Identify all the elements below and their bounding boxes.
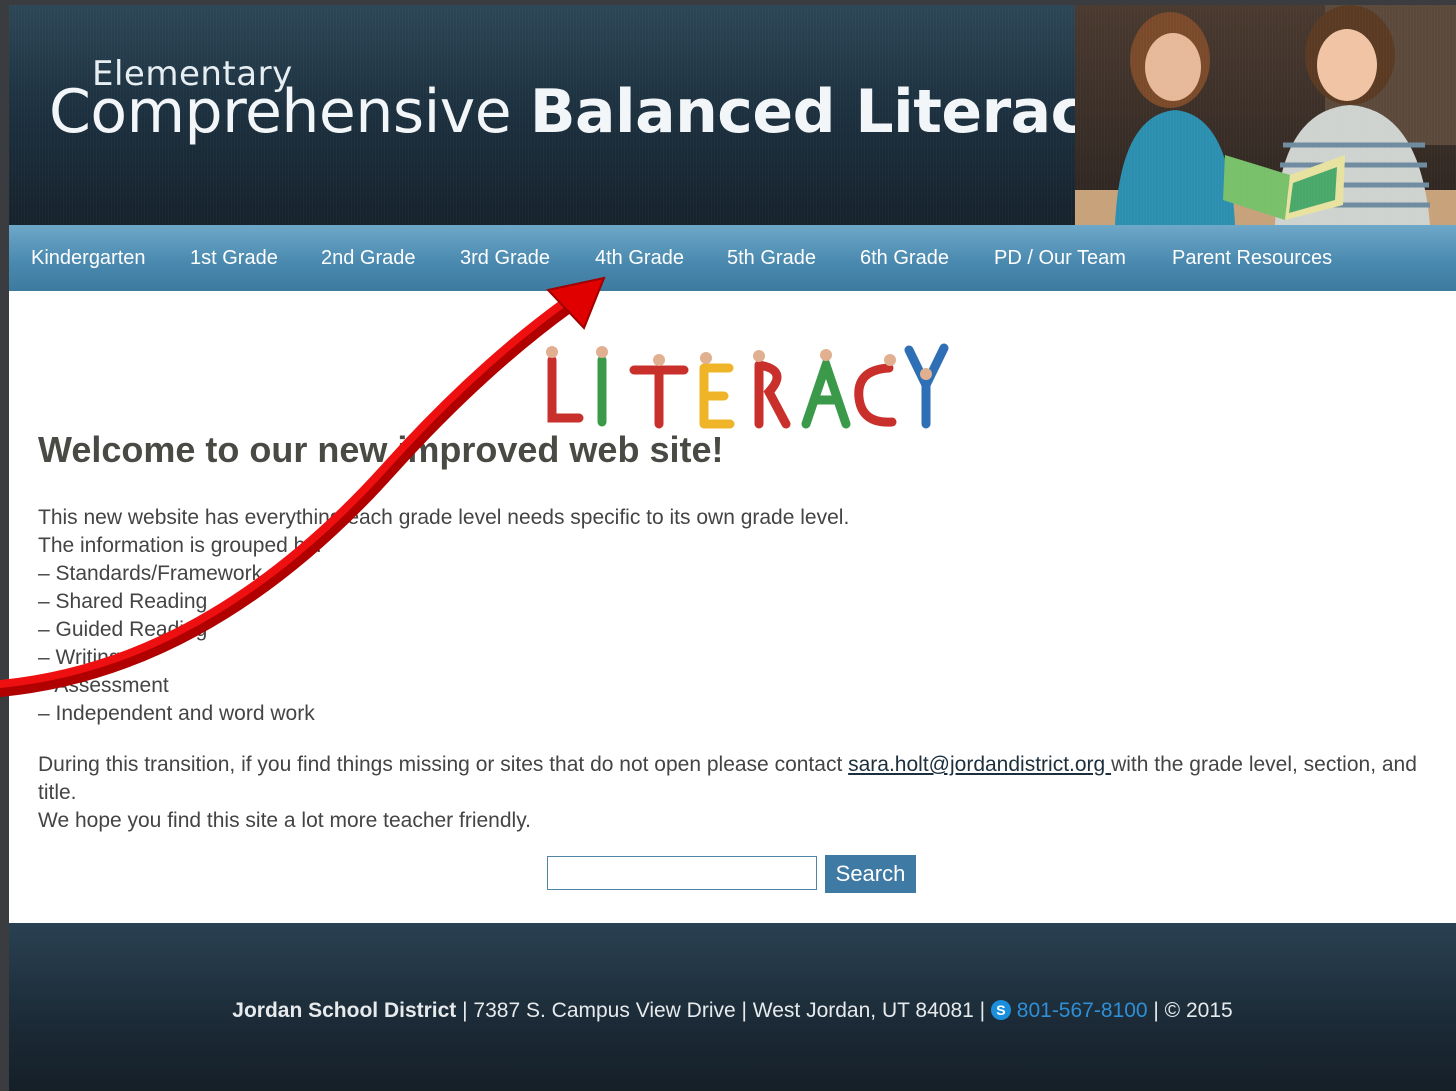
site-title: Comprehensive Balanced Literacy xyxy=(49,77,1125,147)
contact-paragraph: During this transition, if you find thin… xyxy=(38,751,1428,835)
nav-1st-grade[interactable]: 1st Grade xyxy=(190,225,278,291)
welcome-heading: Welcome to our new improved web site! xyxy=(38,429,724,470)
site-title-bold: Balanced Literacy xyxy=(529,77,1125,147)
footer-address: | 7387 S. Campus View Drive | West Jorda… xyxy=(456,999,991,1022)
footer-phone-link[interactable]: 801-567-8100 xyxy=(1017,999,1148,1022)
nav-parent-resources[interactable]: Parent Resources xyxy=(1172,225,1332,291)
nav-2nd-grade[interactable]: 2nd Grade xyxy=(321,225,416,291)
intro-line: The information is grouped by: xyxy=(38,534,322,557)
nav-4th-grade[interactable]: 4th Grade xyxy=(595,225,684,291)
contact-email-link[interactable]: sara.holt@jordandistrict.org xyxy=(848,753,1111,776)
group-item: – Independent and word work xyxy=(38,702,315,725)
intro-text: This new website has everything each gra… xyxy=(38,504,849,728)
children-reading-photo xyxy=(1075,5,1456,225)
group-item: – Standards/Framework xyxy=(38,562,263,585)
nav-5th-grade[interactable]: 5th Grade xyxy=(727,225,816,291)
web-page: Elementary Comprehensive Balanced Litera… xyxy=(9,5,1456,1091)
group-item: – Shared Reading xyxy=(38,590,208,613)
literacy-logo xyxy=(546,343,949,429)
search-button[interactable]: Search xyxy=(825,855,916,893)
footer-org: Jordan School District xyxy=(232,999,457,1022)
group-item: – Guided Reading xyxy=(38,618,208,641)
footer-info: Jordan School District | 7387 S. Campus … xyxy=(9,999,1456,1023)
nav-6th-grade[interactable]: 6th Grade xyxy=(860,225,949,291)
site-footer: Jordan School District | 7387 S. Campus … xyxy=(9,923,1456,1091)
skype-icon: S xyxy=(990,1000,1011,1020)
group-item: – Assessment xyxy=(38,674,169,697)
search-input[interactable] xyxy=(547,856,817,890)
nav-pd-our-team[interactable]: PD / Our Team xyxy=(994,225,1126,291)
main-nav: Kindergarten 1st Grade 2nd Grade 3rd Gra… xyxy=(9,225,1456,291)
site-title-light: Comprehensive xyxy=(49,77,512,147)
group-item: – Writing xyxy=(38,646,121,669)
closing-text: We hope you find this site a lot more te… xyxy=(38,809,531,832)
intro-line: This new website has everything each gra… xyxy=(38,506,850,529)
footer-copyright: | © 2015 xyxy=(1147,999,1233,1022)
nav-kindergarten[interactable]: Kindergarten xyxy=(31,225,146,291)
site-header: Elementary Comprehensive Balanced Litera… xyxy=(9,5,1456,225)
contact-text: During this transition, if you find thin… xyxy=(38,753,849,776)
nav-3rd-grade[interactable]: 3rd Grade xyxy=(460,225,550,291)
